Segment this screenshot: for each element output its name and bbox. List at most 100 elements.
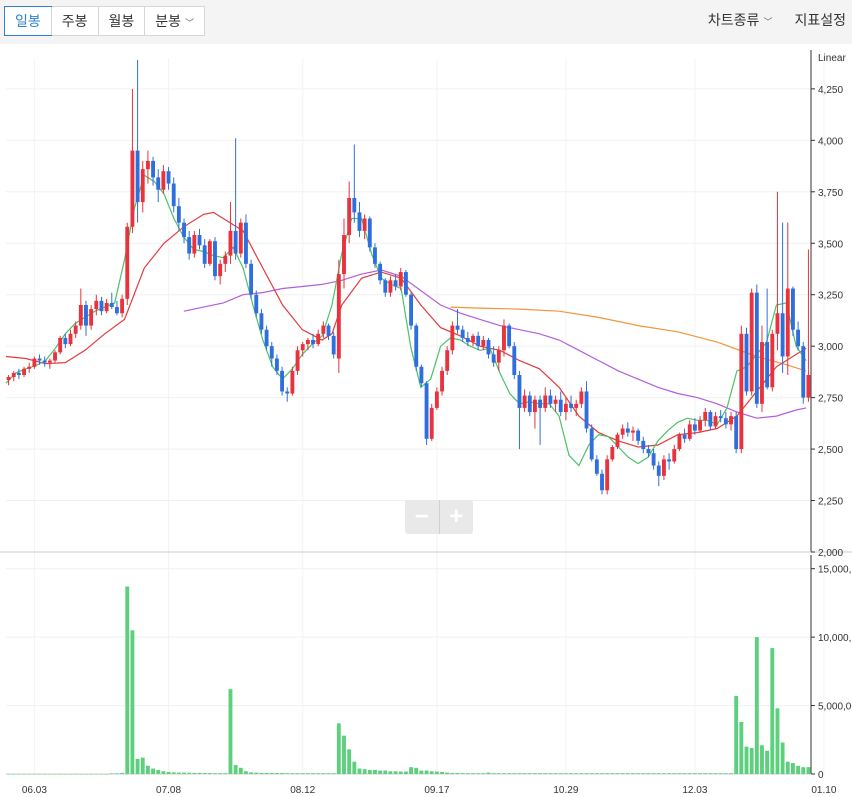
volume-bar: [770, 648, 775, 774]
candle-body: [58, 337, 63, 353]
candle-body: [754, 292, 759, 404]
volume-bar: [218, 773, 223, 774]
volume-bar: [42, 774, 47, 775]
candle-body: [744, 333, 749, 392]
candle-body: [259, 313, 264, 330]
price-tick-label: 4,000: [818, 136, 843, 147]
volume-bar: [801, 767, 806, 774]
volume-bar: [280, 773, 285, 774]
volume-bar: [734, 695, 739, 774]
volume-bar: [553, 773, 558, 774]
volume-bar: [440, 771, 444, 774]
price-tick-label: 3,000: [818, 342, 843, 353]
candle-body: [53, 352, 57, 361]
volume-bar: [393, 771, 398, 774]
volume-tick-label: 15,000,: [818, 565, 851, 576]
volume-bar: [135, 758, 140, 774]
volume-bar: [120, 772, 125, 774]
stock-chart[interactable]: Linear 2,000 2,250 2,500 2,750 3,000 3,250 3,50…: [0, 0, 852, 797]
volume-bar: [37, 774, 42, 775]
volume-bar: [259, 772, 264, 774]
x-tick-label: 07.08: [156, 785, 181, 796]
candle-body: [130, 150, 135, 227]
volume-bar: [744, 746, 749, 774]
volume-bar: [161, 771, 166, 774]
volume-bar: [507, 773, 512, 774]
volume-bar: [373, 769, 377, 774]
candle-body: [336, 274, 341, 359]
candle-body: [785, 288, 790, 357]
candle-body: [94, 300, 99, 310]
volume-bar: [780, 742, 785, 774]
volume-bar: [682, 773, 687, 774]
candle-body: [357, 212, 362, 231]
volume-bar: [47, 774, 52, 775]
volume-bar: [311, 773, 315, 774]
candle-body: [682, 434, 687, 439]
candle-body: [481, 339, 486, 347]
volume-bar: [718, 773, 723, 774]
volume-bar: [362, 769, 367, 774]
volume-bar: [445, 772, 450, 774]
volume-bar: [63, 774, 68, 775]
volume-bar: [785, 761, 790, 774]
candle-body: [233, 230, 238, 254]
volume-bar: [68, 774, 73, 775]
volume-bar: [806, 767, 811, 774]
volume-bar: [53, 774, 57, 775]
candle-body: [254, 294, 259, 314]
candle-body: [11, 372, 16, 378]
candle-body: [780, 313, 785, 357]
candle-body: [331, 335, 336, 355]
candle-body: [677, 434, 682, 450]
candle-body: [517, 374, 522, 408]
candle-body: [280, 370, 285, 392]
volume-bar: [491, 773, 496, 774]
volume-bar: [687, 773, 692, 774]
candle-body: [213, 241, 217, 277]
candle-body: [109, 302, 114, 308]
candle-body: [791, 288, 795, 330]
candle-body: [574, 403, 579, 408]
candle-body: [563, 403, 568, 413]
volume-bar: [481, 773, 486, 774]
price-tick-label: 2,250: [818, 497, 843, 508]
candle-body: [42, 360, 47, 363]
price-tick-label: 3,250: [818, 291, 843, 302]
candle-body: [300, 344, 305, 351]
volume-bar: [522, 773, 527, 774]
candle-body: [192, 235, 197, 254]
candle-body: [455, 325, 460, 330]
volume-bar: [729, 773, 733, 774]
x-tick-label: 06.03: [22, 785, 47, 796]
candle-body: [362, 218, 367, 231]
candle-body: [429, 407, 434, 439]
volume-bar: [233, 765, 238, 774]
candle-body: [393, 280, 398, 287]
candle-body: [584, 391, 589, 429]
candle-body: [161, 171, 166, 190]
volume-bar: [403, 771, 408, 774]
price-tick-label: 3,750: [818, 188, 843, 199]
candle-body: [171, 183, 176, 207]
volume-bar: [589, 773, 594, 774]
candle-body: [228, 230, 233, 256]
volume-bar: [156, 769, 161, 774]
volume-bar: [145, 765, 150, 774]
zoom-out-button[interactable]: −: [405, 500, 440, 534]
zoom-in-button[interactable]: +: [440, 500, 474, 534]
candle-body: [398, 272, 403, 287]
volume-bar: [264, 772, 269, 774]
candle-body: [378, 263, 383, 281]
candle-body: [156, 177, 161, 190]
candle-body: [553, 399, 558, 404]
volume-bar: [300, 773, 305, 774]
volume-bar: [290, 773, 295, 774]
candle-body: [78, 305, 83, 326]
candle-body: [760, 342, 764, 404]
candle-body: [548, 395, 553, 404]
ma5-line: [5, 174, 807, 467]
candle-body: [600, 473, 604, 491]
volume-bar: [109, 773, 114, 774]
candle-body: [770, 333, 775, 388]
